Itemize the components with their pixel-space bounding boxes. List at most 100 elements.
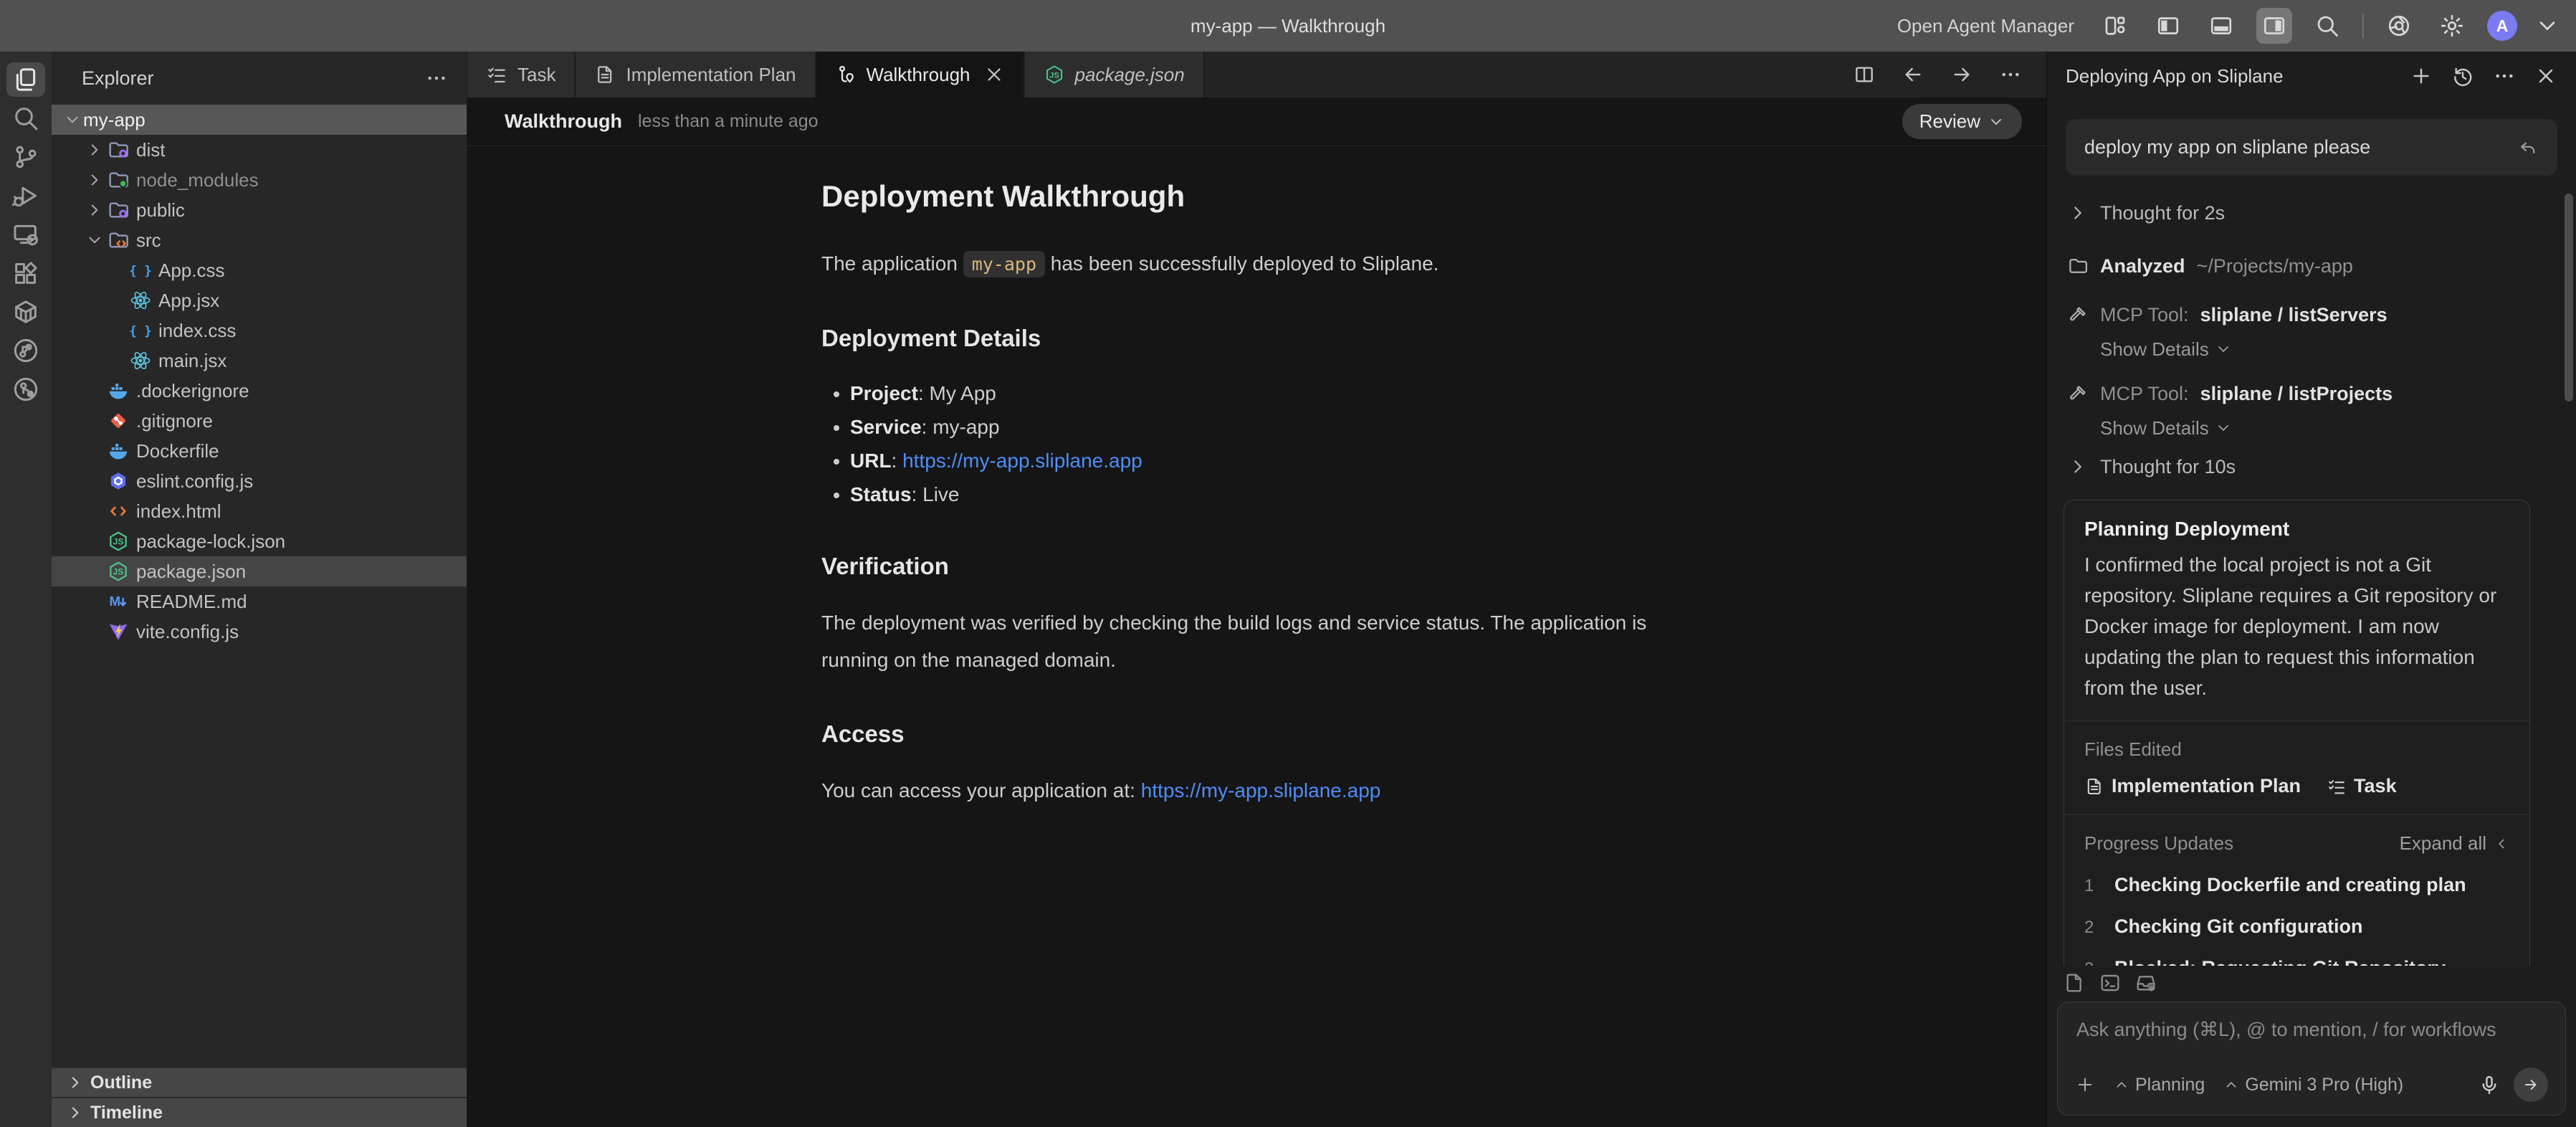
link-url[interactable]: https://my-app.sliplane.app <box>902 450 1142 472</box>
new-chat-icon[interactable] <box>2410 65 2433 87</box>
tree-item-node-modules[interactable]: node_modules <box>52 165 467 195</box>
extensions-icon <box>11 259 40 287</box>
navigate-forward-icon[interactable] <box>1950 63 1973 86</box>
mcp-tool-row[interactable]: MCP Tool:sliplane / listServers <box>2047 299 2576 331</box>
history-icon[interactable] <box>2451 65 2474 87</box>
expand-all-button[interactable]: Expand all <box>2400 832 2509 855</box>
search-toggle[interactable] <box>2309 8 2345 44</box>
close-panel-icon[interactable] <box>2534 65 2557 87</box>
tab-bar: TaskImplementation PlanWalkthroughJSpack… <box>467 52 2046 98</box>
tree-item-dist[interactable]: dist <box>52 135 467 165</box>
send-button[interactable] <box>2514 1067 2548 1102</box>
tree-item-eslint-config-js[interactable]: eslint.config.js <box>52 466 467 496</box>
attachment-toolbar <box>2047 966 2576 1002</box>
open-agent-manager-button[interactable]: Open Agent Manager <box>1897 15 2074 37</box>
editor-more-icon[interactable] <box>1999 63 2022 86</box>
activity-item-run-debug[interactable] <box>0 176 52 215</box>
tree-item-public[interactable]: public <box>52 195 467 225</box>
avatar[interactable]: A <box>2487 11 2517 41</box>
app-link[interactable]: https://my-app.sliplane.app <box>1141 779 1381 802</box>
tree-item-dockerignore[interactable]: .dockerignore <box>52 376 467 406</box>
chevron-right-icon <box>85 201 104 219</box>
activity-item-files[interactable] <box>0 60 52 99</box>
close-icon[interactable] <box>983 64 1005 85</box>
docker-file-icon <box>107 439 130 462</box>
activity-item-docker-box[interactable] <box>0 293 52 331</box>
add-context-icon[interactable] <box>2075 1075 2095 1095</box>
panel-right-toggle[interactable] <box>2256 8 2292 44</box>
navigate-back-icon[interactable] <box>1902 63 1924 86</box>
tree-item-gitignore[interactable]: .gitignore <box>52 406 467 436</box>
tree-item-src[interactable]: src <box>52 225 467 255</box>
tree-item-vite-config-js[interactable]: vite.config.js <box>52 617 467 647</box>
activity-item-remote[interactable] <box>0 215 52 254</box>
terminal-icon[interactable] <box>2099 971 2122 994</box>
avatar-chevron-down-icon[interactable] <box>2534 13 2560 39</box>
analyzed-row[interactable]: Analyzed~/Projects/my-app <box>2047 250 2576 282</box>
panel-left-toggle[interactable] <box>2150 8 2186 44</box>
explorer-more-icon[interactable] <box>425 67 448 90</box>
scrollbar-thumb[interactable] <box>2565 194 2573 401</box>
tab-implementation-plan[interactable]: Implementation Plan <box>576 52 816 98</box>
tab-walkthrough[interactable]: Walkthrough <box>816 52 1025 98</box>
tree-item-dockerfile[interactable]: Dockerfile <box>52 436 467 466</box>
tree-item-index-css[interactable]: { }index.css <box>52 315 467 346</box>
tree-item-readme-md[interactable]: MREADME.md <box>52 586 467 617</box>
mcp-tool-row[interactable]: MCP Tool:sliplane / listProjects <box>2047 378 2576 409</box>
activity-item-extensions[interactable] <box>0 254 52 293</box>
tree-item-app-css[interactable]: { }App.css <box>52 255 467 285</box>
tab-task[interactable]: Task <box>467 52 576 98</box>
timeline-panel-header[interactable]: Timeline <box>52 1097 467 1127</box>
progress-step[interactable]: 2Checking Git configuration <box>2084 916 2509 938</box>
gear-toggle[interactable] <box>2434 8 2470 44</box>
progress-step[interactable]: 1Checking Dockerfile and creating plan <box>2084 874 2509 896</box>
file-chip-task[interactable]: Task <box>2327 775 2397 797</box>
show-details-button[interactable]: Show Details <box>2047 335 2576 363</box>
layout-toggle[interactable] <box>2097 8 2133 44</box>
document-icon <box>594 64 616 85</box>
microphone-icon[interactable] <box>2478 1073 2501 1096</box>
activity-item-search[interactable] <box>0 99 52 138</box>
thought-row[interactable]: Thought for 2s <box>2047 197 2576 229</box>
section-heading-verification: Verification <box>821 553 1692 580</box>
mode-selector[interactable]: Planning <box>2114 1075 2205 1095</box>
chevron-left-icon <box>2494 836 2509 852</box>
progress-step[interactable]: 3Blocked: Requesting Git Repository info… <box>2084 957 2509 966</box>
tree-item-my-app[interactable]: my-app <box>52 105 467 135</box>
react-icon <box>129 289 152 312</box>
sidebar-panels: Outline Timeline <box>52 1067 467 1127</box>
inbox-icon[interactable] <box>2134 971 2157 994</box>
browser-toggle[interactable] <box>2381 8 2417 44</box>
split-editor-icon[interactable] <box>1853 63 1876 86</box>
docker-box-icon <box>11 298 40 326</box>
tree-item-app-jsx[interactable]: App.jsx <box>52 285 467 315</box>
card-title: Planning Deployment <box>2084 518 2509 541</box>
tab-package-json[interactable]: JSpackage.json <box>1025 52 1205 98</box>
outline-panel-header[interactable]: Outline <box>52 1067 467 1097</box>
css-icon: { } <box>129 319 152 342</box>
folder-code-icon <box>107 229 130 252</box>
activity-item-graph[interactable] <box>0 331 52 370</box>
tree-item-package-lock-json[interactable]: JSpackage-lock.json <box>52 526 467 556</box>
activity-item-graph-dot[interactable] <box>0 370 52 409</box>
agent-more-icon[interactable] <box>2493 65 2516 87</box>
gear-icon <box>2439 13 2465 39</box>
svg-text:{ }: { } <box>129 325 151 339</box>
model-selector[interactable]: Gemini 3 Pro (High) <box>2223 1075 2403 1095</box>
show-details-button[interactable]: Show Details <box>2047 414 2576 442</box>
chat-input[interactable] <box>2075 1018 2548 1042</box>
panel-bottom-toggle[interactable] <box>2203 8 2239 44</box>
review-button[interactable]: Review <box>1902 104 2022 139</box>
layout-icon <box>2102 13 2128 39</box>
file-tree: my-appdistnode_modulespublicsrc{ }App.cs… <box>52 105 467 1067</box>
file-icon[interactable] <box>2063 971 2086 994</box>
tree-item-package-json[interactable]: JSpackage.json <box>52 556 467 586</box>
tree-item-main-jsx[interactable]: main.jsx <box>52 346 467 376</box>
tree-item-index-html[interactable]: index.html <box>52 496 467 526</box>
restore-checkpoint-icon[interactable] <box>2517 137 2539 158</box>
thought-row[interactable]: Thought for 10s <box>2047 451 2576 482</box>
run-debug-icon <box>11 181 40 210</box>
file-chip-implementation-plan[interactable]: Implementation Plan <box>2084 775 2301 797</box>
activity-item-source-control[interactable] <box>0 138 52 176</box>
section-paragraph: The deployment was verified by checking … <box>821 604 1692 679</box>
